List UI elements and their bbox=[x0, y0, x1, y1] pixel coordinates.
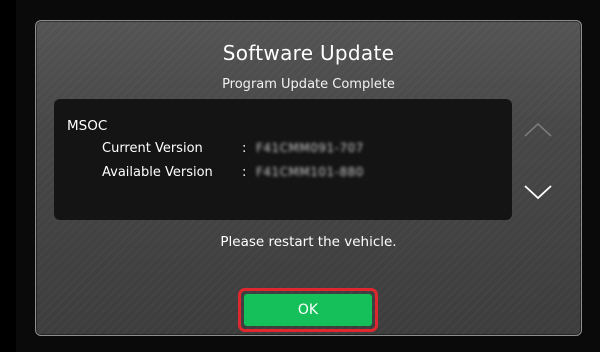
available-version-row: Available Version: F41CMM101-880 bbox=[102, 165, 364, 180]
current-version-separator: : bbox=[242, 141, 247, 156]
available-version-separator: : bbox=[242, 165, 247, 180]
ok-button-highlight: OK bbox=[238, 288, 378, 332]
available-version-value: F41CMM101-880 bbox=[256, 165, 364, 179]
available-version-label: Available Version bbox=[102, 165, 213, 180]
ok-button[interactable]: OK bbox=[244, 294, 372, 326]
ok-button-label: OK bbox=[297, 302, 319, 318]
dialog-subtitle: Program Update Complete bbox=[222, 77, 395, 92]
version-info-box: MSOC Current Version: F41CMM091-707 Avail… bbox=[54, 99, 512, 220]
current-version-label: Current Version bbox=[102, 141, 203, 156]
module-name: MSOC bbox=[67, 118, 108, 134]
dialog-title: Software Update bbox=[222, 41, 395, 65]
current-version-value: F41CMM091-707 bbox=[256, 141, 364, 155]
current-version-row: Current Version: F41CMM091-707 bbox=[102, 141, 364, 156]
chevron-down-icon[interactable] bbox=[522, 182, 554, 202]
software-update-dialog: Software Update Program Update Complete … bbox=[35, 20, 582, 336]
chevron-up-icon[interactable] bbox=[522, 119, 554, 139]
restart-message: Please restart the vehicle. bbox=[220, 234, 397, 250]
